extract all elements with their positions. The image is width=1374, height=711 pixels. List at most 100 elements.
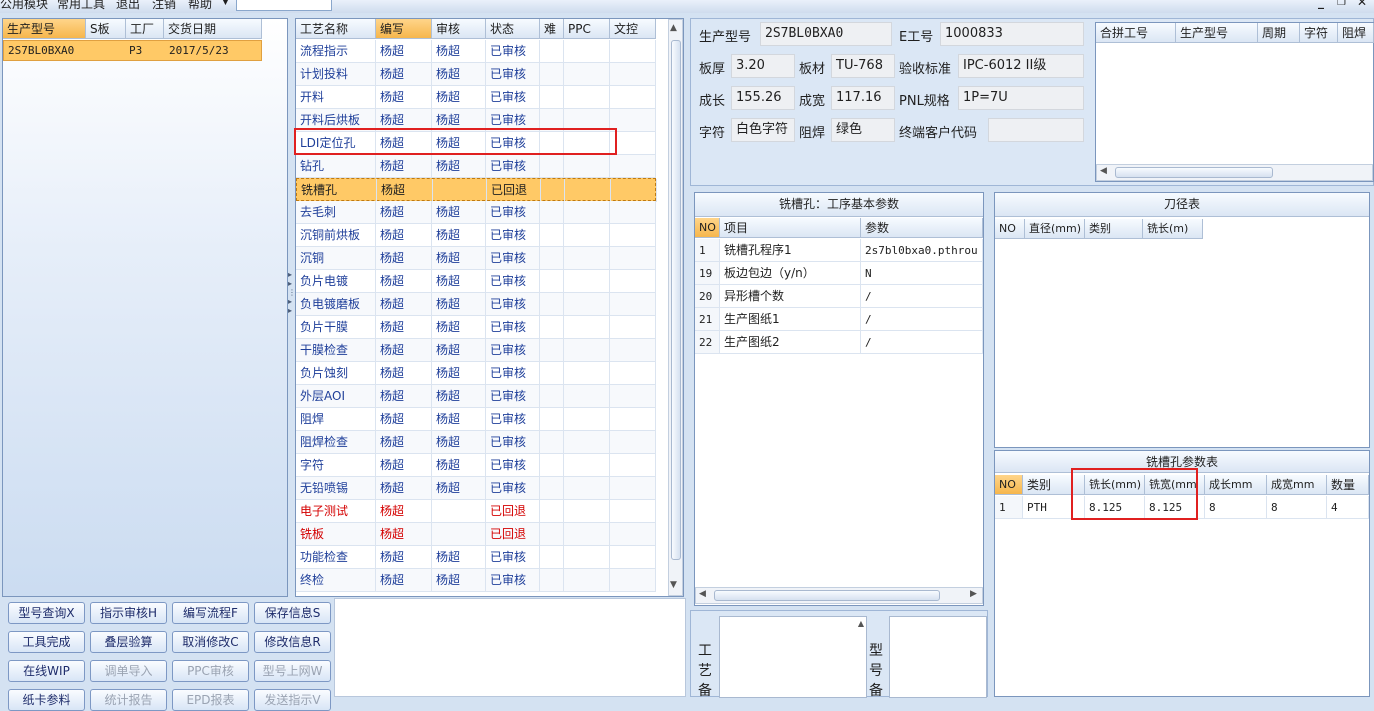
process-col-header[interactable]: PPC — [564, 19, 610, 39]
process-cell-name[interactable]: 阻焊 — [296, 408, 376, 431]
tool-col-diameter[interactable]: 直径(mm) — [1025, 219, 1085, 239]
process-cell-writer[interactable]: 杨超 — [376, 63, 432, 86]
process-cell-empty[interactable] — [610, 155, 656, 178]
process-cell-empty[interactable] — [540, 270, 564, 293]
process-row[interactable]: 钻孔 杨超 杨超 已审核 — [296, 155, 656, 178]
params-row-no[interactable]: 19 — [695, 262, 720, 285]
process-cell-empty[interactable] — [540, 454, 564, 477]
action-button[interactable]: 指示审核H — [90, 602, 167, 624]
process-cell-empty[interactable] — [540, 477, 564, 500]
process-cell-empty[interactable] — [564, 86, 610, 109]
menu-item-exit[interactable]: 退出 — [116, 0, 140, 12]
process-row[interactable]: 字符 杨超 杨超 已审核 — [296, 454, 656, 477]
process-cell-empty[interactable] — [564, 454, 610, 477]
process-cell-empty[interactable] — [540, 40, 564, 63]
col-header-model[interactable]: 生产型号 — [3, 19, 86, 39]
process-cell-writer[interactable]: 杨超 — [376, 362, 432, 385]
merge-hscrollbar[interactable]: ◀ — [1096, 164, 1373, 181]
close-icon[interactable]: ✕ — [1357, 0, 1367, 9]
process-cell-empty[interactable] — [564, 385, 610, 408]
process-cell-empty[interactable] — [564, 431, 610, 454]
process-cell-empty[interactable] — [610, 247, 656, 270]
params-row-item[interactable]: 生产图纸2 — [720, 331, 861, 354]
process-cell-reviewer[interactable]: 杨超 — [432, 40, 486, 63]
merge-scroll-thumb[interactable] — [1115, 167, 1273, 178]
process-scrollbar[interactable]: ▲ ▼ — [668, 19, 683, 596]
action-button[interactable]: 纸卡参料 — [8, 689, 85, 711]
scroll-up-icon[interactable]: ▲ — [670, 23, 677, 33]
splitter-handle[interactable]: ▸ ▸ ⋮ ▸ ▸ — [288, 270, 296, 330]
process-cell-name[interactable]: 铣槽孔 — [297, 179, 377, 202]
process-cell-writer[interactable]: 杨超 — [376, 546, 432, 569]
process-cell-status[interactable]: 已审核 — [486, 477, 540, 500]
params-row-no[interactable]: 20 — [695, 285, 720, 308]
field-model[interactable]: 2S7BL0BXA0 — [760, 22, 892, 46]
process-cell-empty[interactable] — [540, 63, 564, 86]
process-cell-writer[interactable]: 杨超 — [376, 339, 432, 362]
process-cell-empty[interactable] — [564, 63, 610, 86]
process-cell-status[interactable]: 已审核 — [486, 569, 540, 592]
process-cell-status[interactable]: 已审核 — [486, 431, 540, 454]
params-scroll-thumb[interactable] — [714, 590, 940, 601]
params-row-item[interactable]: 铣槽孔程序1 — [720, 239, 861, 262]
menu-item-logout[interactable]: 注销 — [152, 0, 176, 12]
process-row[interactable]: 无铅喷锡 杨超 杨超 已审核 — [296, 477, 656, 500]
process-cell-writer[interactable]: 杨超 — [376, 523, 432, 546]
process-cell-empty[interactable] — [540, 224, 564, 247]
process-cell-empty[interactable] — [610, 385, 656, 408]
process-row[interactable]: 铣槽孔 杨超 已回退 — [296, 178, 657, 202]
process-cell-reviewer[interactable]: 杨超 — [432, 362, 486, 385]
process-row[interactable]: 流程指示 杨超 杨超 已审核 — [296, 40, 656, 63]
process-cell-status[interactable]: 已审核 — [486, 270, 540, 293]
scroll-up-icon[interactable]: ▲ — [858, 619, 864, 628]
process-cell-empty[interactable] — [541, 179, 565, 202]
process-cell-empty[interactable] — [540, 362, 564, 385]
process-cell-writer[interactable]: 杨超 — [376, 155, 432, 178]
process-cell-empty[interactable] — [610, 339, 656, 362]
col-header-char[interactable]: 字符 — [1300, 23, 1338, 43]
minimize-icon[interactable]: _ — [1318, 0, 1324, 9]
process-cell-writer[interactable]: 杨超 — [376, 270, 432, 293]
process-cell-name[interactable]: 负片干膜 — [296, 316, 376, 339]
process-row[interactable]: 负电镀磨板 杨超 杨超 已审核 — [296, 293, 656, 316]
field-material[interactable]: TU-768 — [831, 54, 895, 78]
process-cell-empty[interactable] — [540, 339, 564, 362]
process-cell-writer[interactable]: 杨超 — [376, 431, 432, 454]
process-cell-writer[interactable]: 杨超 — [376, 385, 432, 408]
process-cell-reviewer[interactable]: 杨超 — [432, 477, 486, 500]
process-cell-empty[interactable] — [610, 408, 656, 431]
field-e[interactable]: 1000833 — [940, 22, 1084, 46]
process-cell-status[interactable]: 已审核 — [486, 155, 540, 178]
process-cell-empty[interactable] — [564, 224, 610, 247]
process-cell-reviewer[interactable] — [432, 523, 486, 546]
process-cell-empty[interactable] — [564, 569, 610, 592]
process-cell-name[interactable]: 去毛刺 — [296, 201, 376, 224]
process-cell-status[interactable]: 已审核 — [486, 247, 540, 270]
params-row-item[interactable]: 板边包边（y/n） — [720, 262, 861, 285]
process-cell-empty[interactable] — [540, 569, 564, 592]
slot-col-grow[interactable]: 成长mm — [1205, 475, 1267, 495]
process-cell-name[interactable]: 铣板 — [296, 523, 376, 546]
process-cell-name[interactable]: 开料 — [296, 86, 376, 109]
action-button[interactable]: 型号查询X — [8, 602, 85, 624]
process-cell-writer[interactable]: 杨超 — [376, 454, 432, 477]
process-cell-empty[interactable] — [610, 270, 656, 293]
process-row[interactable]: 开料 杨超 杨超 已审核 — [296, 86, 656, 109]
process-cell-status[interactable]: 已审核 — [486, 293, 540, 316]
process-cell-reviewer[interactable]: 杨超 — [432, 270, 486, 293]
scroll-left-icon[interactable]: ◀ — [1100, 166, 1107, 176]
tool-col-no[interactable]: NO — [995, 219, 1025, 239]
process-cell-status[interactable]: 已审核 — [486, 339, 540, 362]
scroll-left-icon[interactable]: ◀ — [699, 589, 706, 599]
process-cell-empty[interactable] — [565, 179, 611, 202]
action-button[interactable]: 发送指示V — [254, 689, 331, 711]
slot-col-qty[interactable]: 数量 — [1327, 475, 1369, 495]
process-cell-writer[interactable]: 杨超 — [376, 569, 432, 592]
process-row[interactable]: 电子测试 杨超 已回退 — [296, 500, 656, 523]
process-cell-reviewer[interactable]: 杨超 — [432, 546, 486, 569]
process-cell-empty[interactable] — [564, 408, 610, 431]
process-cell-status[interactable]: 已审核 — [486, 201, 540, 224]
slot-col-gwid[interactable]: 成宽mm — [1267, 475, 1327, 495]
action-button[interactable]: 统计报告 — [90, 689, 167, 711]
process-cell-name[interactable]: 功能检查 — [296, 546, 376, 569]
